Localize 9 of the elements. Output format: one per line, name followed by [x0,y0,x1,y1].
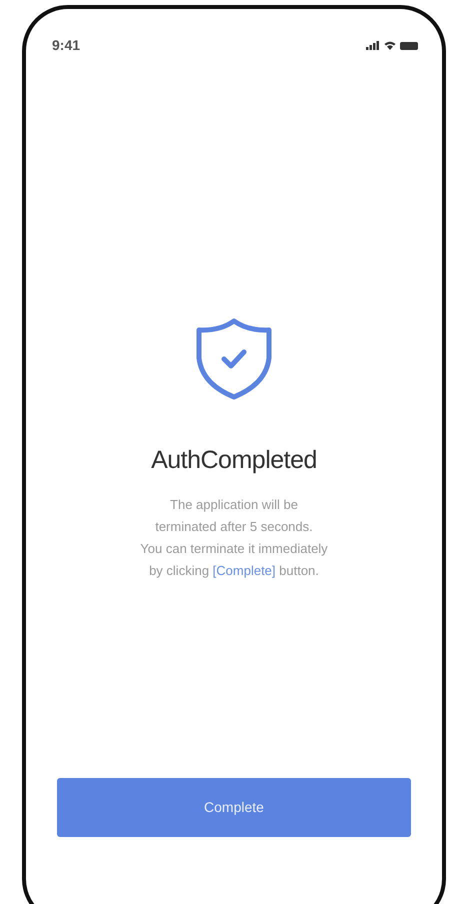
status-time: 9:41 [52,36,80,55]
title: AuthCompleted [151,445,317,476]
battery-icon [400,42,418,50]
shield-check-icon [196,318,272,400]
complete-link[interactable]: [Complete] [212,562,276,578]
wifi-icon [384,41,396,50]
complete-button[interactable]: Complete [57,778,411,836]
signal-icon [366,41,380,50]
message-text: The application will be terminated after 5 seconds. You can terminate it immediately by clicking [Complete] button. [140,496,328,580]
